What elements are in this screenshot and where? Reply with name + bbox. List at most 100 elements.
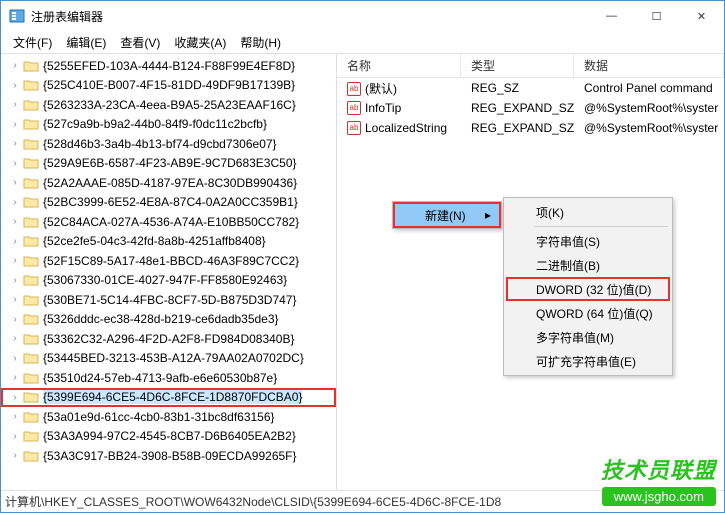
submenu-key[interactable]: 项(K) bbox=[506, 200, 670, 224]
tree-label: {5326dddc-ec38-428d-b219-ce6dadb35de3} bbox=[43, 312, 279, 326]
titlebar: 注册表编辑器 — ☐ ✕ bbox=[1, 1, 724, 31]
expand-icon[interactable]: › bbox=[9, 294, 21, 305]
expand-icon[interactable]: › bbox=[9, 177, 21, 188]
window-title: 注册表编辑器 bbox=[31, 8, 589, 25]
tree-item[interactable]: ›{53A3C917-BB24-3908-B58B-09ECDA99265F} bbox=[1, 446, 336, 466]
tree-item[interactable]: › {52F15C89-5A17-48e1-BBCD-46A3F89C7CC2} bbox=[1, 251, 336, 271]
tree-item[interactable]: ›{52C84ACA-027A-4536-A74A-E10BB50CC782} bbox=[1, 212, 336, 232]
expand-icon[interactable]: › bbox=[9, 119, 21, 130]
tree-item[interactable]: › {52ce2fe5-04c3-42fd-8a8b-4251affb8408} bbox=[1, 232, 336, 252]
expand-icon[interactable]: › bbox=[9, 450, 21, 461]
value-data: @%SystemRoot%\syster bbox=[574, 121, 724, 135]
value-data: @%SystemRoot%\syster bbox=[574, 101, 724, 115]
minimize-button[interactable]: — bbox=[589, 1, 634, 31]
expand-icon[interactable]: › bbox=[9, 275, 21, 286]
window-controls: — ☐ ✕ bbox=[589, 1, 724, 31]
context-submenu: 项(K) 字符串值(S) 二进制值(B) DWORD (32 位)值(D) QW… bbox=[503, 197, 673, 376]
list-row[interactable]: abInfoTipREG_EXPAND_SZ@%SystemRoot%\syst… bbox=[337, 98, 724, 118]
tree-label: {52A2AAAE-085D-4187-97EA-8C30DB990436} bbox=[43, 176, 297, 190]
expand-icon[interactable]: › bbox=[9, 314, 21, 325]
expand-icon[interactable]: › bbox=[9, 60, 21, 71]
expand-icon[interactable]: › bbox=[9, 80, 21, 91]
tree-item[interactable]: › {53A3A994-97C2-4545-8CB7-D6B6405EA2B2} bbox=[1, 427, 336, 447]
context-menu-new: 新建(N) ▸ bbox=[392, 201, 502, 229]
string-value-icon: ab bbox=[347, 82, 361, 96]
menu-file[interactable]: 文件(F) bbox=[7, 32, 58, 53]
tree-label: {5263233A-23CA-4eea-B9A5-25A23EAAF16C} bbox=[43, 98, 296, 112]
tree-label: {529A9E6B-6587-4F23-AB9E-9C7D683E3C50} bbox=[43, 156, 297, 170]
tree-label: {53510d24-57eb-4713-9afb-e6e60530b87e} bbox=[43, 371, 277, 385]
expand-icon[interactable]: › bbox=[9, 431, 21, 442]
app-icon bbox=[9, 8, 25, 24]
expand-icon[interactable]: › bbox=[9, 353, 21, 364]
context-new-item[interactable]: 新建(N) ▸ bbox=[393, 202, 501, 228]
list-header: 名称 类型 数据 bbox=[337, 54, 724, 78]
close-button[interactable]: ✕ bbox=[679, 1, 724, 31]
tree-item[interactable]: › {5326dddc-ec38-428d-b219-ce6dadb35de3} bbox=[1, 310, 336, 330]
tree-label: {5399E694-6CE5-4D6C-8FCE-1D8870FDCBA0} bbox=[43, 390, 302, 404]
list-row[interactable]: abLocalizedStringREG_EXPAND_SZ@%SystemRo… bbox=[337, 118, 724, 138]
submenu-expand[interactable]: 可扩充字符串值(E) bbox=[506, 349, 670, 373]
tree-label: {52F15C89-5A17-48e1-BBCD-46A3F89C7CC2} bbox=[43, 254, 299, 268]
tree-label: {530BE71-5C14-4FBC-8CF7-5D-B875D3D747} bbox=[43, 293, 296, 307]
tree-label: {525C410E-B007-4F15-81DD-49DF9B17139B} bbox=[43, 78, 295, 92]
expand-icon[interactable]: › bbox=[9, 197, 21, 208]
statusbar: 计算机\HKEY_CLASSES_ROOT\WOW6432Node\CLSID\… bbox=[1, 490, 724, 512]
expand-icon[interactable]: › bbox=[9, 216, 21, 227]
tree-label: {52BC3999-6E52-4E8A-87C4-0A2A0CC359B1} bbox=[43, 195, 298, 209]
tree-item[interactable]: › {53445BED-3213-453B-A12A-79AA02A0702DC} bbox=[1, 349, 336, 369]
column-type[interactable]: 类型 bbox=[461, 54, 574, 77]
tree-item[interactable]: › {5263233A-23CA-4eea-B9A5-25A23EAAF16C} bbox=[1, 95, 336, 115]
tree-item[interactable]: › {528d46b3-3a4b-4b13-bf74-d9cbd7306e07} bbox=[1, 134, 336, 154]
column-name[interactable]: 名称 bbox=[337, 54, 461, 77]
expand-icon[interactable]: › bbox=[9, 411, 21, 422]
tree-item[interactable]: › {5399E694-6CE5-4D6C-8FCE-1D8870FDCBA0} bbox=[1, 388, 336, 408]
submenu-string[interactable]: 字符串值(S) bbox=[506, 229, 670, 253]
value-type: REG_SZ bbox=[461, 81, 574, 95]
expand-icon[interactable]: › bbox=[9, 236, 21, 247]
submenu-dword[interactable]: DWORD (32 位)值(D) bbox=[506, 277, 670, 301]
menubar: 文件(F) 编辑(E) 查看(V) 收藏夹(A) 帮助(H) bbox=[1, 31, 724, 53]
value-type: REG_EXPAND_SZ bbox=[461, 101, 574, 115]
tree-label: {53362C32-A296-4F2D-A2F8-FD984D08340B} bbox=[43, 332, 295, 346]
maximize-button[interactable]: ☐ bbox=[634, 1, 679, 31]
tree-item[interactable]: › {5255EFED-103A-4444-B124-F88F99E4EF8D} bbox=[1, 56, 336, 76]
tree-label: {5255EFED-103A-4444-B124-F88F99E4EF8D} bbox=[43, 59, 295, 73]
tree-item[interactable]: ›{53067330-01CE-4027-947F-FF8580E92463} bbox=[1, 271, 336, 291]
menu-help[interactable]: 帮助(H) bbox=[234, 32, 287, 53]
tree-item[interactable]: › {529A9E6B-6587-4F23-AB9E-9C7D683E3C50} bbox=[1, 154, 336, 174]
tree-label: {53445BED-3213-453B-A12A-79AA02A0702DC} bbox=[43, 351, 304, 365]
column-data[interactable]: 数据 bbox=[574, 54, 724, 77]
submenu-qword[interactable]: QWORD (64 位)值(Q) bbox=[506, 301, 670, 325]
expand-icon[interactable]: › bbox=[9, 255, 21, 266]
chevron-right-icon: ▸ bbox=[485, 208, 491, 222]
submenu-binary[interactable]: 二进制值(B) bbox=[506, 253, 670, 277]
tree-label: {527c9a9b-b9a2-44b0-84f9-f0dc11c2bcfb} bbox=[43, 117, 267, 131]
tree-panel: ›{5255EFED-103A-4444-B124-F88F99E4EF8D}›… bbox=[1, 54, 337, 490]
list-row[interactable]: ab(默认)REG_SZControl Panel command bbox=[337, 78, 724, 98]
tree-label: {53A3A994-97C2-4545-8CB7-D6B6405EA2B2} bbox=[43, 429, 296, 443]
tree-item[interactable]: ›{53a01e9d-61cc-4cb0-83b1-31bc8df63156} bbox=[1, 407, 336, 427]
tree-label: {528d46b3-3a4b-4b13-bf74-d9cbd7306e07} bbox=[43, 137, 277, 151]
tree-item[interactable]: › {53362C32-A296-4F2D-A2F8-FD984D08340B} bbox=[1, 329, 336, 349]
expand-icon[interactable]: › bbox=[9, 333, 21, 344]
menu-edit[interactable]: 编辑(E) bbox=[60, 32, 112, 53]
value-data: Control Panel command bbox=[574, 81, 724, 95]
expand-icon[interactable]: › bbox=[9, 392, 21, 403]
tree-item[interactable]: › {527c9a9b-b9a2-44b0-84f9-f0dc11c2bcfb} bbox=[1, 115, 336, 135]
tree-item[interactable]: › {52A2AAAE-085D-4187-97EA-8C30DB990436} bbox=[1, 173, 336, 193]
submenu-multi[interactable]: 多字符串值(M) bbox=[506, 325, 670, 349]
string-value-icon: ab bbox=[347, 101, 361, 115]
tree-item[interactable]: › {52BC3999-6E52-4E8A-87C4-0A2A0CC359B1} bbox=[1, 193, 336, 213]
menu-favorites[interactable]: 收藏夹(A) bbox=[168, 32, 232, 53]
menu-view[interactable]: 查看(V) bbox=[114, 32, 166, 53]
expand-icon[interactable]: › bbox=[9, 138, 21, 149]
tree-label: {52ce2fe5-04c3-42fd-8a8b-4251affb8408} bbox=[43, 234, 266, 248]
string-value-icon: ab bbox=[347, 121, 361, 135]
tree-item[interactable]: › {53510d24-57eb-4713-9afb-e6e60530b87e} bbox=[1, 368, 336, 388]
expand-icon[interactable]: › bbox=[9, 158, 21, 169]
tree-item[interactable]: › {530BE71-5C14-4FBC-8CF7-5D-B875D3D747} bbox=[1, 290, 336, 310]
expand-icon[interactable]: › bbox=[9, 99, 21, 110]
expand-icon[interactable]: › bbox=[9, 372, 21, 383]
tree-item[interactable]: › {525C410E-B007-4F15-81DD-49DF9B17139B} bbox=[1, 76, 336, 96]
